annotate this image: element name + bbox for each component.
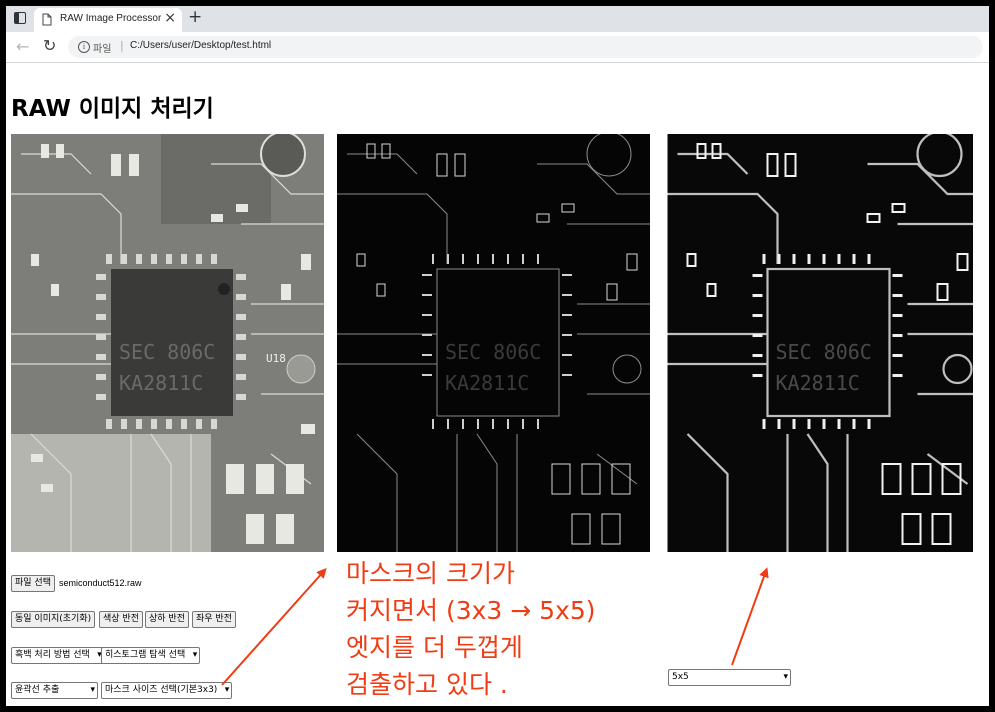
edge-detect-select[interactable]: 윤곽선 추출 bbox=[11, 682, 98, 699]
browser-tab[interactable]: RAW Image Processor × bbox=[34, 8, 182, 32]
chip-text-2: KA2811C bbox=[445, 371, 529, 395]
bw-method-select[interactable]: 흑백 처리 방법 선택 bbox=[11, 647, 105, 664]
chip-text-2: KA2811C bbox=[776, 371, 860, 395]
back-arrow-icon[interactable]: ← bbox=[16, 37, 29, 56]
chip-text-2: KA2811C bbox=[119, 371, 203, 395]
page-icon bbox=[42, 13, 52, 26]
flip-vertical-button[interactable]: 상하 반전 bbox=[145, 611, 189, 628]
tab-title: RAW Image Processor bbox=[60, 13, 162, 24]
url-text: C:/Users/user/Desktop/test.html bbox=[130, 40, 272, 51]
annotation-line-3: 엣지를 더 두껍게 bbox=[346, 633, 523, 662]
flip-horizontal-button[interactable]: 좌우 반전 bbox=[192, 611, 236, 628]
reload-icon[interactable]: ↻ bbox=[43, 36, 56, 55]
chip-text-1: SEC 806C bbox=[445, 340, 541, 364]
mask-size-select[interactable]: 마스크 사이즈 선택(기본3x3) bbox=[101, 682, 233, 699]
address-bar: ← ↻ i 파일 | C:/Users/user/Desktop/test.ht… bbox=[6, 32, 989, 63]
invert-color-button[interactable]: 색상 반전 bbox=[99, 611, 143, 628]
original-image: SEC 806C KA2811C U18 bbox=[11, 134, 324, 552]
info-icon[interactable]: i bbox=[78, 41, 90, 53]
annotation-line-1: 마스크의 크기가 bbox=[346, 559, 515, 588]
tab-strip: RAW Image Processor × + bbox=[6, 6, 989, 32]
page-content: RAW 이미지 처리기 SEC 806C KA2811C U18 SEC 806… bbox=[6, 63, 989, 706]
tab-actions-icon[interactable] bbox=[14, 12, 26, 24]
url-separator: | bbox=[120, 39, 124, 52]
url-input[interactable]: i 파일 | C:/Users/user/Desktop/test.html bbox=[68, 36, 983, 58]
arrow-to-5x5-image bbox=[731, 567, 769, 666]
component-label: U18 bbox=[266, 352, 286, 365]
edge-image-3x3: SEC 806C KA2811C bbox=[337, 134, 650, 552]
chip-text-1: SEC 806C bbox=[776, 340, 872, 364]
url-scheme: 파일 bbox=[93, 44, 112, 55]
file-name-label: semiconduct512.raw bbox=[59, 578, 142, 588]
page-title: RAW 이미지 처리기 bbox=[11, 96, 214, 122]
chip-text-1: SEC 806C bbox=[119, 340, 215, 364]
close-tab-icon[interactable]: × bbox=[164, 10, 176, 26]
arrow-to-3x3-image bbox=[221, 568, 327, 686]
browser-window: RAW Image Processor × + ← ↻ i 파일 | C:/Us… bbox=[6, 6, 989, 706]
file-select-button[interactable]: 파일 선택 bbox=[11, 575, 55, 592]
new-tab-icon[interactable]: + bbox=[188, 7, 202, 27]
reset-image-button[interactable]: 동일 이미지(초기화) bbox=[11, 611, 96, 628]
mask-size-select-right[interactable]: 5x5 bbox=[668, 669, 791, 686]
annotation-line-4: 검출하고 있다 . bbox=[346, 670, 508, 699]
annotation-line-2: 커지면서 (3x3 → 5x5) bbox=[346, 596, 596, 625]
edge-image-5x5: SEC 806C KA2811C bbox=[660, 134, 973, 552]
histogram-select[interactable]: 히스토그램 탐색 선택 bbox=[101, 647, 201, 664]
